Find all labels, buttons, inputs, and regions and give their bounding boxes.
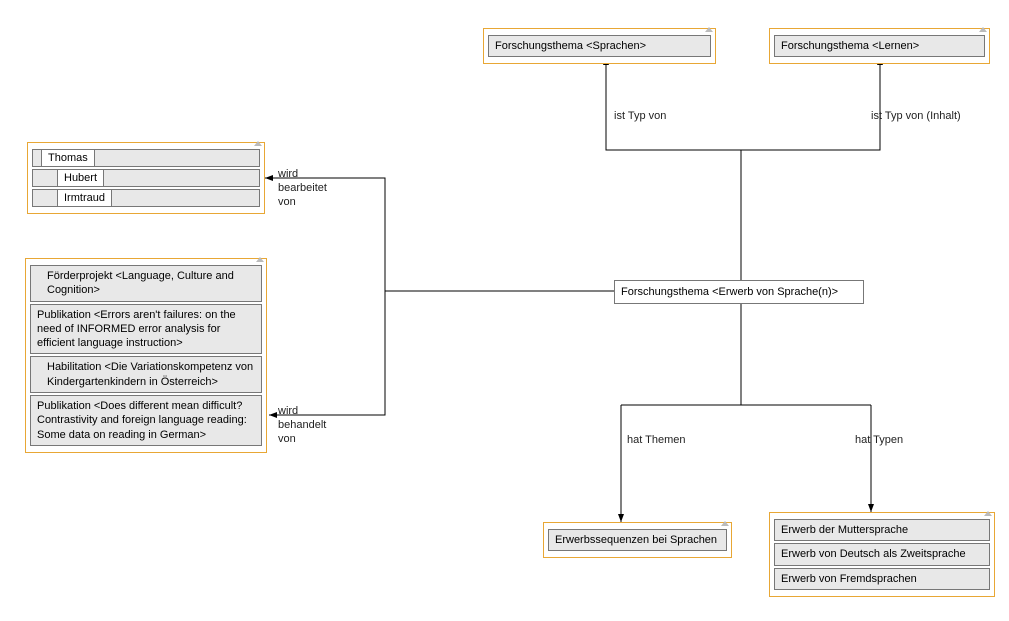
- group-typen[interactable]: Erwerb der MutterspracheErwerb von Deuts…: [769, 512, 995, 597]
- typ-item[interactable]: Erwerb von Deutsch als Zweitsprache: [774, 543, 990, 565]
- node-center-erwerb-von-sprachen[interactable]: Forschungsthema <Erwerb von Sprache(n)>: [614, 280, 864, 304]
- publication-item[interactable]: Habilitation <Die Variationskompetenz vo…: [30, 356, 262, 393]
- person-row[interactable]: Irmtraud: [32, 189, 260, 207]
- edge-hat-typen: hat Typen: [855, 434, 903, 448]
- group-themen[interactable]: Erwerbssequenzen bei Sprachen: [543, 522, 732, 558]
- person-row[interactable]: Hubert: [32, 169, 260, 187]
- typ-item[interactable]: Erwerb von Fremdsprachen: [774, 568, 990, 590]
- publication-item[interactable]: Publikation <Errors aren't failures: on …: [30, 304, 262, 355]
- person-name: Thomas: [41, 149, 95, 167]
- group-persons[interactable]: Thomas Hubert Irmtraud: [27, 142, 265, 214]
- person-name: Irmtraud: [57, 189, 112, 207]
- label-lernen: Forschungsthema <Lernen>: [774, 35, 985, 57]
- person-name: Hubert: [57, 169, 104, 187]
- publication-item[interactable]: Publikation <Does different mean difficu…: [30, 395, 262, 446]
- person-row[interactable]: Thomas: [32, 149, 260, 167]
- center-label: Forschungsthema <Erwerb von Sprache(n)>: [621, 286, 838, 298]
- edge-ist-typ-von: ist Typ von: [614, 110, 666, 124]
- node-forschungsthema-sprachen[interactable]: Forschungsthema <Sprachen>: [483, 28, 716, 64]
- edge-ist-typ-von-inhalt: ist Typ von (Inhalt): [871, 110, 961, 124]
- label-sprachen: Forschungsthema <Sprachen>: [488, 35, 711, 57]
- edge-wird-behandelt-von: wird behandelt von: [278, 405, 326, 446]
- group-publications[interactable]: Förderprojekt <Language, Culture and Cog…: [25, 258, 267, 453]
- typ-item[interactable]: Erwerb der Muttersprache: [774, 519, 990, 541]
- thema-item[interactable]: Erwerbssequenzen bei Sprachen: [548, 529, 727, 551]
- publication-item[interactable]: Förderprojekt <Language, Culture and Cog…: [30, 265, 262, 302]
- edge-hat-themen: hat Themen: [627, 434, 686, 448]
- node-forschungsthema-lernen[interactable]: Forschungsthema <Lernen>: [769, 28, 990, 64]
- edge-wird-bearbeitet-von: wird bearbeitet von: [278, 168, 327, 209]
